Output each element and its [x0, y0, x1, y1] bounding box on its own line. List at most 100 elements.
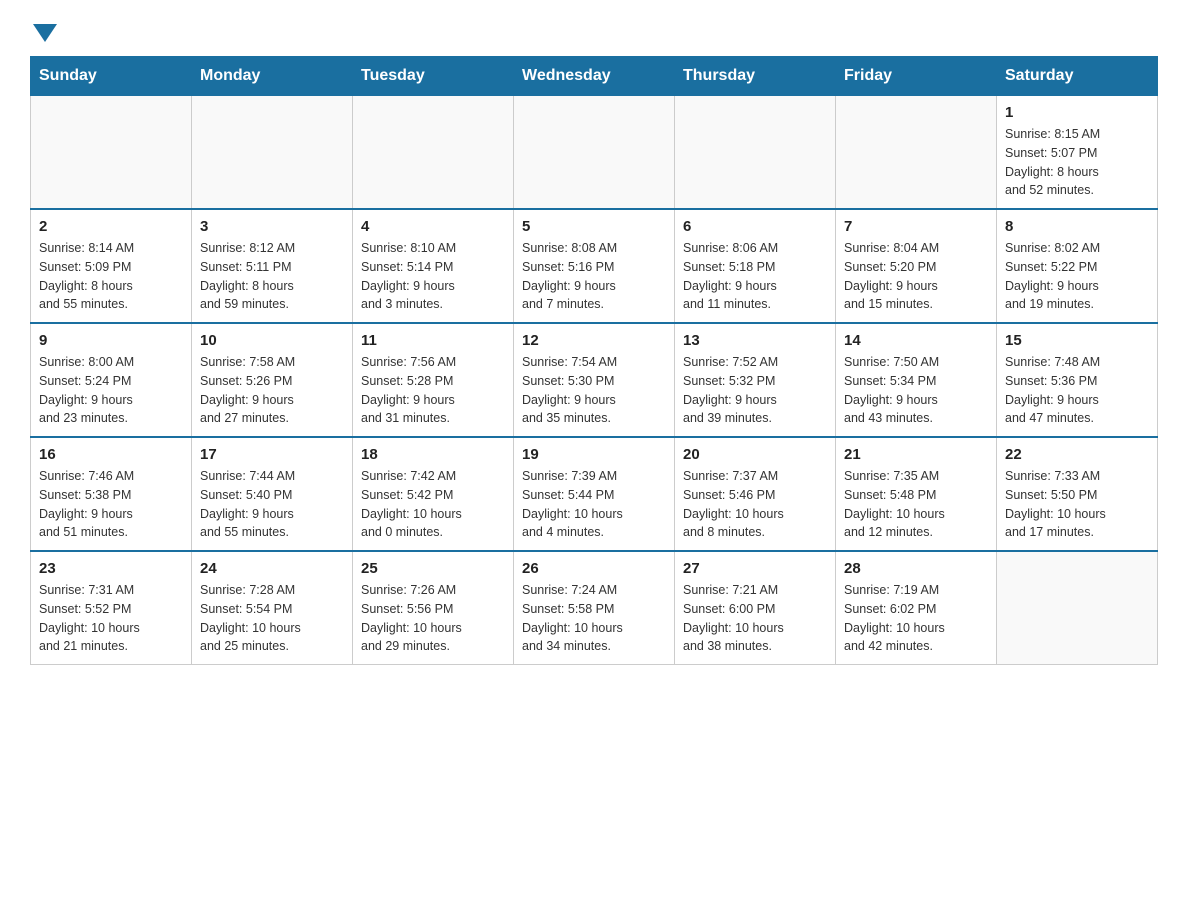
day-number: 24 — [200, 560, 344, 577]
calendar-header-row: SundayMondayTuesdayWednesdayThursdayFrid… — [31, 57, 1158, 96]
weekday-header-thursday: Thursday — [675, 57, 836, 96]
calendar-cell: 24 Sunrise: 7:28 AM Sunset: 5:54 PM Dayli… — [192, 551, 353, 665]
calendar-cell: 1 Sunrise: 8:15 AM Sunset: 5:07 PM Daylig… — [997, 96, 1158, 210]
day-number: 26 — [522, 560, 666, 577]
calendar-cell: 22 Sunrise: 7:33 AM Sunset: 5:50 PM Dayli… — [997, 437, 1158, 551]
day-info: Sunrise: 7:37 AM Sunset: 5:46 PM Dayligh… — [683, 467, 827, 542]
logo-triangle-icon — [33, 24, 57, 42]
day-info: Sunrise: 7:48 AM Sunset: 5:36 PM Dayligh… — [1005, 353, 1149, 428]
day-number: 3 — [200, 218, 344, 235]
calendar-cell: 5 Sunrise: 8:08 AM Sunset: 5:16 PM Daylig… — [514, 209, 675, 323]
calendar-cell: 2 Sunrise: 8:14 AM Sunset: 5:09 PM Daylig… — [31, 209, 192, 323]
day-number: 11 — [361, 332, 505, 349]
weekday-header-saturday: Saturday — [997, 57, 1158, 96]
day-info: Sunrise: 8:12 AM Sunset: 5:11 PM Dayligh… — [200, 239, 344, 314]
day-number: 17 — [200, 446, 344, 463]
calendar-cell — [675, 96, 836, 210]
calendar-cell: 28 Sunrise: 7:19 AM Sunset: 6:02 PM Dayli… — [836, 551, 997, 665]
calendar-week-row: 9 Sunrise: 8:00 AM Sunset: 5:24 PM Daylig… — [31, 323, 1158, 437]
weekday-header-sunday: Sunday — [31, 57, 192, 96]
day-info: Sunrise: 7:52 AM Sunset: 5:32 PM Dayligh… — [683, 353, 827, 428]
day-number: 13 — [683, 332, 827, 349]
day-info: Sunrise: 7:54 AM Sunset: 5:30 PM Dayligh… — [522, 353, 666, 428]
calendar-cell: 15 Sunrise: 7:48 AM Sunset: 5:36 PM Dayli… — [997, 323, 1158, 437]
day-info: Sunrise: 8:08 AM Sunset: 5:16 PM Dayligh… — [522, 239, 666, 314]
calendar-cell: 19 Sunrise: 7:39 AM Sunset: 5:44 PM Dayli… — [514, 437, 675, 551]
day-info: Sunrise: 7:31 AM Sunset: 5:52 PM Dayligh… — [39, 581, 183, 656]
calendar-cell: 23 Sunrise: 7:31 AM Sunset: 5:52 PM Dayli… — [31, 551, 192, 665]
calendar-week-row: 1 Sunrise: 8:15 AM Sunset: 5:07 PM Daylig… — [31, 96, 1158, 210]
calendar-cell — [836, 96, 997, 210]
day-info: Sunrise: 7:50 AM Sunset: 5:34 PM Dayligh… — [844, 353, 988, 428]
day-number: 6 — [683, 218, 827, 235]
day-number: 22 — [1005, 446, 1149, 463]
calendar-cell: 21Sunrise: 7:35 AM Sunset: 5:48 PM Dayli… — [836, 437, 997, 551]
day-info: Sunrise: 7:56 AM Sunset: 5:28 PM Dayligh… — [361, 353, 505, 428]
weekday-header-tuesday: Tuesday — [353, 57, 514, 96]
day-info: Sunrise: 8:10 AM Sunset: 5:14 PM Dayligh… — [361, 239, 505, 314]
day-number: 23 — [39, 560, 183, 577]
calendar-cell: 11 Sunrise: 7:56 AM Sunset: 5:28 PM Dayli… — [353, 323, 514, 437]
day-info: Sunrise: 8:14 AM Sunset: 5:09 PM Dayligh… — [39, 239, 183, 314]
calendar-cell: 25 Sunrise: 7:26 AM Sunset: 5:56 PM Dayli… — [353, 551, 514, 665]
calendar-cell: 10 Sunrise: 7:58 AM Sunset: 5:26 PM Dayli… — [192, 323, 353, 437]
day-number: 1 — [1005, 104, 1149, 121]
day-number: 16 — [39, 446, 183, 463]
weekday-header-friday: Friday — [836, 57, 997, 96]
calendar-cell: 27 Sunrise: 7:21 AM Sunset: 6:00 PM Dayli… — [675, 551, 836, 665]
day-number: 19 — [522, 446, 666, 463]
day-number: 7 — [844, 218, 988, 235]
day-number: 9 — [39, 332, 183, 349]
day-info: Sunrise: 7:21 AM Sunset: 6:00 PM Dayligh… — [683, 581, 827, 656]
calendar-table: SundayMondayTuesdayWednesdayThursdayFrid… — [30, 56, 1158, 665]
calendar-cell: 26 Sunrise: 7:24 AM Sunset: 5:58 PM Dayli… — [514, 551, 675, 665]
logo — [30, 20, 57, 40]
day-number: 20 — [683, 446, 827, 463]
day-number: 4 — [361, 218, 505, 235]
day-number: 21 — [844, 446, 988, 463]
day-info: Sunrise: 7:26 AM Sunset: 5:56 PM Dayligh… — [361, 581, 505, 656]
day-info: Sunrise: 7:58 AM Sunset: 5:26 PM Dayligh… — [200, 353, 344, 428]
day-info: Sunrise: 7:42 AM Sunset: 5:42 PM Dayligh… — [361, 467, 505, 542]
calendar-cell — [514, 96, 675, 210]
day-number: 2 — [39, 218, 183, 235]
day-number: 28 — [844, 560, 988, 577]
calendar-cell: 16 Sunrise: 7:46 AM Sunset: 5:38 PM Dayli… — [31, 437, 192, 551]
day-info: Sunrise: 7:46 AM Sunset: 5:38 PM Dayligh… — [39, 467, 183, 542]
day-info: Sunrise: 7:33 AM Sunset: 5:50 PM Dayligh… — [1005, 467, 1149, 542]
day-number: 10 — [200, 332, 344, 349]
calendar-week-row: 2 Sunrise: 8:14 AM Sunset: 5:09 PM Daylig… — [31, 209, 1158, 323]
day-number: 14 — [844, 332, 988, 349]
calendar-cell — [31, 96, 192, 210]
day-number: 12 — [522, 332, 666, 349]
day-info: Sunrise: 8:02 AM Sunset: 5:22 PM Dayligh… — [1005, 239, 1149, 314]
calendar-week-row: 23 Sunrise: 7:31 AM Sunset: 5:52 PM Dayli… — [31, 551, 1158, 665]
calendar-cell: 18Sunrise: 7:42 AM Sunset: 5:42 PM Dayli… — [353, 437, 514, 551]
calendar-cell: 20 Sunrise: 7:37 AM Sunset: 5:46 PM Dayli… — [675, 437, 836, 551]
calendar-cell: 13 Sunrise: 7:52 AM Sunset: 5:32 PM Dayli… — [675, 323, 836, 437]
day-info: Sunrise: 7:24 AM Sunset: 5:58 PM Dayligh… — [522, 581, 666, 656]
calendar-cell — [353, 96, 514, 210]
weekday-header-wednesday: Wednesday — [514, 57, 675, 96]
day-info: Sunrise: 8:15 AM Sunset: 5:07 PM Dayligh… — [1005, 125, 1149, 200]
calendar-cell — [192, 96, 353, 210]
day-info: Sunrise: 7:28 AM Sunset: 5:54 PM Dayligh… — [200, 581, 344, 656]
day-info: Sunrise: 7:19 AM Sunset: 6:02 PM Dayligh… — [844, 581, 988, 656]
day-info: Sunrise: 7:44 AM Sunset: 5:40 PM Dayligh… — [200, 467, 344, 542]
day-info: Sunrise: 8:06 AM Sunset: 5:18 PM Dayligh… — [683, 239, 827, 314]
day-number: 5 — [522, 218, 666, 235]
page-header — [30, 20, 1158, 40]
day-info: Sunrise: 8:04 AM Sunset: 5:20 PM Dayligh… — [844, 239, 988, 314]
day-info: Sunrise: 7:39 AM Sunset: 5:44 PM Dayligh… — [522, 467, 666, 542]
calendar-cell: 7 Sunrise: 8:04 AM Sunset: 5:20 PM Daylig… — [836, 209, 997, 323]
calendar-cell: 8 Sunrise: 8:02 AM Sunset: 5:22 PM Daylig… — [997, 209, 1158, 323]
calendar-cell: 14 Sunrise: 7:50 AM Sunset: 5:34 PM Dayli… — [836, 323, 997, 437]
calendar-week-row: 16 Sunrise: 7:46 AM Sunset: 5:38 PM Dayli… — [31, 437, 1158, 551]
day-number: 25 — [361, 560, 505, 577]
day-info: Sunrise: 8:00 AM Sunset: 5:24 PM Dayligh… — [39, 353, 183, 428]
weekday-header-monday: Monday — [192, 57, 353, 96]
day-number: 8 — [1005, 218, 1149, 235]
calendar-cell: 12 Sunrise: 7:54 AM Sunset: 5:30 PM Dayli… — [514, 323, 675, 437]
day-number: 27 — [683, 560, 827, 577]
day-number: 15 — [1005, 332, 1149, 349]
